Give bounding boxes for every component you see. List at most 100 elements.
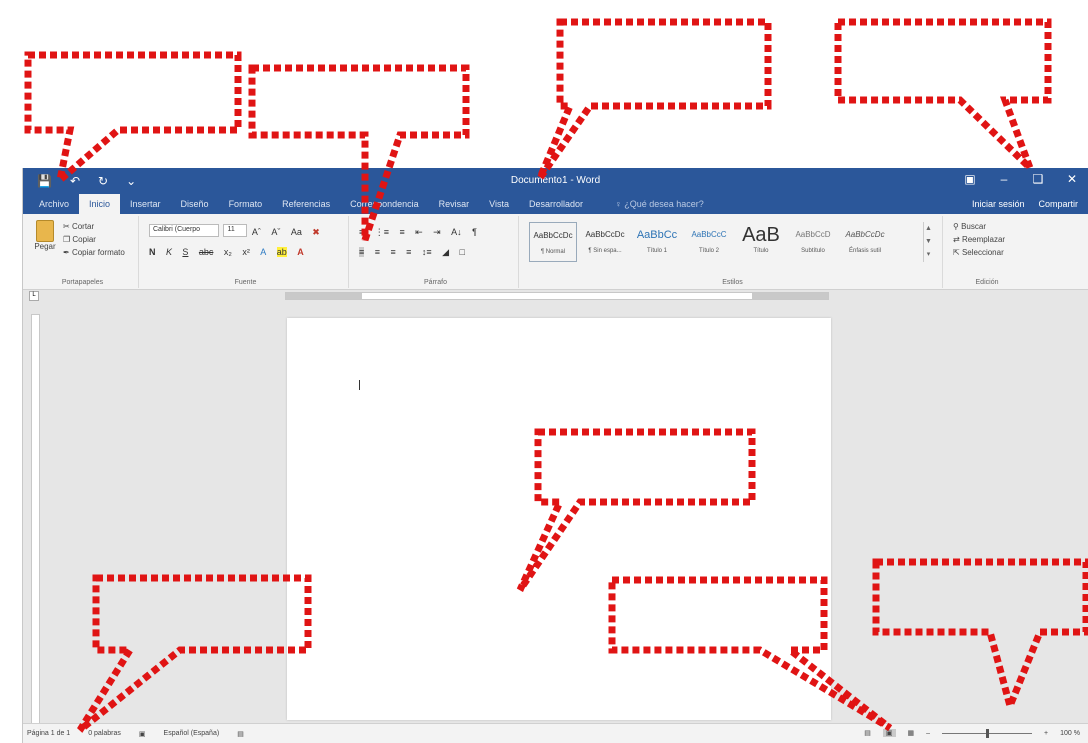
style-name: Subtítulo — [801, 248, 825, 254]
borders-icon[interactable]: □ — [459, 247, 464, 257]
clipboard-group-label: Portapapeles — [61, 279, 104, 286]
read-mode-icon[interactable]: ▤ — [864, 729, 871, 737]
print-layout-icon[interactable]: ▣ — [882, 729, 896, 737]
style-subtle-emphasis[interactable]: AaBbCcDc Énfasis sutil — [841, 222, 889, 262]
editing-buttons: ⚲ Buscar ⇄ Reemplazar ⇱ Seleccionar — [953, 220, 1005, 259]
clear-format-icon[interactable]: ✖ — [312, 227, 320, 238]
increase-indent-icon[interactable]: ⇥ — [433, 227, 441, 238]
zoom-out-icon[interactable]: – — [926, 730, 930, 737]
tab-insertar[interactable]: Insertar — [120, 194, 171, 214]
zoom-in-icon[interactable]: + — [1044, 730, 1048, 737]
superscript-icon[interactable]: x² — [242, 247, 250, 257]
select-button[interactable]: ⇱ Seleccionar — [953, 246, 1005, 259]
style-preview: AaBbCcD — [795, 230, 831, 239]
document-page[interactable] — [287, 318, 831, 720]
sort-icon[interactable]: A↓ — [451, 227, 462, 237]
font-name-select[interactable]: Calibri (Cuerpo — [149, 224, 219, 238]
decrease-indent-icon[interactable]: ⇤ — [415, 227, 423, 238]
style-heading-2[interactable]: AaBbCcC Título 2 — [685, 222, 733, 262]
status-bar: Página 1 de 1 0 palabras ▣ Español (Espa… — [23, 723, 1088, 743]
replace-icon: ⇄ — [953, 235, 960, 244]
text-effects-icon[interactable]: A — [260, 247, 266, 257]
horizontal-ruler[interactable] — [285, 292, 829, 300]
style-name: Énfasis sutil — [848, 248, 881, 254]
italic-icon[interactable]: K — [166, 247, 172, 257]
tab-desarrollador[interactable]: Desarrollador — [519, 194, 593, 214]
web-layout-icon[interactable]: ▦ — [908, 729, 915, 737]
ruler-right-margin — [752, 293, 828, 299]
callout-bubble-window-controls — [834, 18, 1052, 171]
style-title[interactable]: AaB Título — [737, 222, 785, 262]
copy-icon: ❐ — [63, 235, 71, 244]
paste-label: Pegar — [34, 242, 56, 251]
strikethrough-icon[interactable]: abc — [199, 247, 214, 257]
tell-me-search[interactable]: ♀ ¿Qué desea hacer? — [615, 199, 704, 209]
bold-icon[interactable]: N — [149, 247, 156, 257]
paste-button[interactable]: Pegar — [33, 220, 57, 260]
paragraph-row-1: ≡ ⋮≡ ≡ ⇤ ⇥ A↓ ¶ — [359, 222, 483, 240]
replace-button[interactable]: ⇄ Reemplazar — [953, 233, 1005, 246]
justify-icon[interactable]: ≡ — [406, 247, 411, 257]
zoom-slider[interactable] — [942, 728, 1033, 738]
tab-vista[interactable]: Vista — [479, 194, 519, 214]
align-right-icon[interactable]: ≡ — [390, 247, 395, 257]
shrink-font-icon[interactable]: Aˇ — [271, 227, 280, 237]
find-button[interactable]: ⚲ Buscar — [953, 220, 1005, 233]
ruler-bar: L — [23, 290, 1088, 302]
proofing-icon[interactable]: ▣ — [139, 730, 146, 738]
paragraph-row-2: ≡ ≡ ≡ ≡ ↕≡ ◢ □ — [359, 242, 471, 260]
window-title: Documento1 - Word — [510, 175, 601, 186]
font-group-label: Fuente — [234, 279, 257, 286]
page-count[interactable]: Página 1 de 1 — [27, 730, 70, 738]
share-button[interactable]: Compartir — [1038, 199, 1078, 209]
tab-correspondencia[interactable]: Correspondencia — [340, 194, 429, 214]
ribbon-display-options-icon[interactable]: ▣ — [962, 172, 978, 186]
tab-diseno[interactable]: Diseño — [171, 194, 219, 214]
macro-icon[interactable]: ▤ — [237, 730, 244, 738]
copy-button[interactable]: ❐ Copiar — [63, 233, 125, 246]
tab-archivo[interactable]: Archivo — [29, 194, 79, 214]
subscript-icon[interactable]: x₂ — [224, 247, 232, 257]
word-count[interactable]: 0 palabras — [88, 730, 121, 738]
style-subtitle[interactable]: AaBbCcD Subtítulo — [789, 222, 837, 262]
tab-formato[interactable]: Formato — [219, 194, 273, 214]
underline-icon[interactable]: S — [182, 247, 188, 257]
pilcrow-icon[interactable]: ¶ — [472, 227, 477, 237]
scissors-icon: ✂ — [63, 222, 70, 231]
vertical-ruler[interactable] — [31, 314, 40, 724]
zoom-knob[interactable] — [986, 729, 990, 738]
signin-link[interactable]: Iniciar sesión — [972, 199, 1025, 209]
editing-group-label: Edición — [975, 279, 999, 286]
align-center-icon[interactable]: ≡ — [375, 247, 380, 257]
bullets-icon[interactable]: ≡ — [359, 227, 364, 237]
style-name: Título — [753, 248, 769, 254]
minimize-button[interactable]: – — [996, 172, 1012, 186]
tab-referencias[interactable]: Referencias — [272, 194, 340, 214]
maximize-button[interactable]: ❑ — [1030, 172, 1046, 186]
styles-group-label: Estilos — [722, 279, 743, 286]
format-painter-button[interactable]: ✒ Copiar formato — [63, 246, 125, 259]
font-color-icon[interactable]: A — [297, 247, 304, 257]
tab-revisar[interactable]: Revisar — [429, 194, 480, 214]
numbering-icon[interactable]: ⋮≡ — [375, 227, 389, 238]
window-controls: ▣ – ❑ ✕ — [962, 172, 1080, 186]
style-normal[interactable]: AaBbCcDc ¶ Normal — [529, 222, 577, 262]
close-button[interactable]: ✕ — [1064, 172, 1080, 186]
shading-icon[interactable]: ◢ — [442, 247, 449, 258]
change-case-icon[interactable]: Aa — [291, 227, 302, 237]
line-spacing-icon[interactable]: ↕≡ — [422, 247, 432, 257]
style-no-spacing[interactable]: AaBbCcDc ¶ Sin espa... — [581, 222, 629, 262]
highlight-icon[interactable]: ab — [276, 247, 287, 257]
grow-font-icon[interactable]: Aˆ — [252, 227, 261, 237]
cut-button[interactable]: ✂ Cortar — [63, 220, 125, 233]
brush-icon: ✒ — [63, 248, 70, 257]
multilevel-list-icon[interactable]: ≡ — [399, 227, 404, 237]
zoom-level[interactable]: 100 % — [1060, 730, 1080, 737]
font-size-select[interactable]: 11 — [223, 224, 248, 238]
align-left-icon[interactable]: ≡ — [359, 247, 365, 257]
language-indicator[interactable]: Español (España) — [164, 730, 220, 738]
tab-inicio[interactable]: Inicio — [79, 194, 121, 214]
styles-scroll[interactable]: ▲ ▼ ▾ — [923, 222, 933, 262]
tab-selector[interactable]: L — [29, 291, 39, 301]
style-heading-1[interactable]: AaBbCc Título 1 — [633, 222, 681, 262]
